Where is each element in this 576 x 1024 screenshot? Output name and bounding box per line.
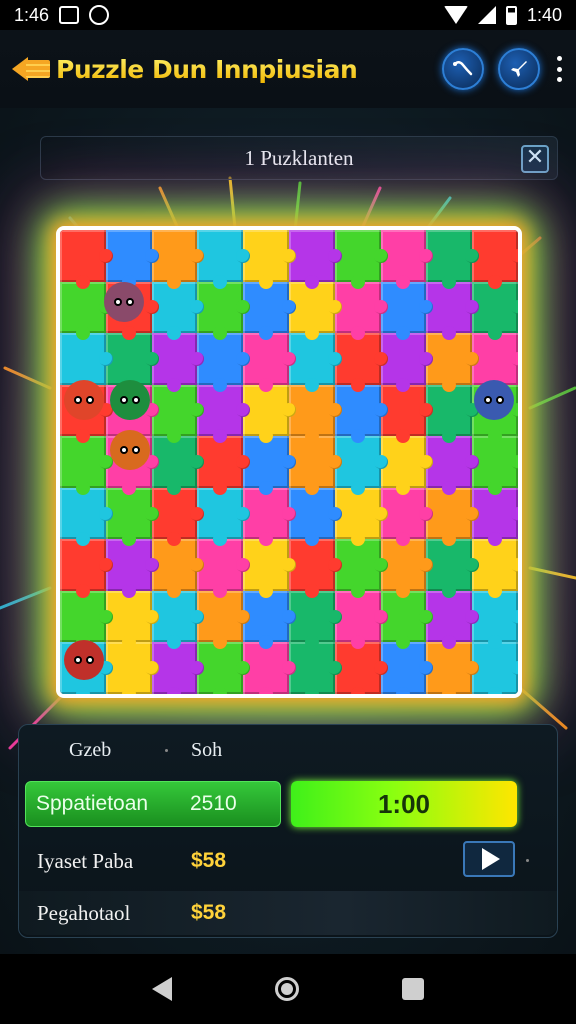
puzzle-piece[interactable]	[197, 384, 250, 443]
puzzle-piece[interactable]	[243, 487, 296, 546]
puzzle-piece[interactable]	[426, 333, 479, 392]
money-label: Pegahotaol	[37, 900, 131, 925]
puzzle-piece[interactable]	[60, 281, 113, 340]
level-title: 1 Puzklanten	[244, 145, 354, 170]
money-value: $58	[191, 849, 227, 872]
back-arrow-icon[interactable]	[12, 56, 50, 82]
header-col2: Soh	[191, 739, 223, 761]
puzzle-piece[interactable]	[197, 642, 250, 694]
puzzle-piece[interactable]	[197, 333, 250, 392]
level-banner: 1 Puzklanten ✕	[40, 136, 558, 180]
swirl-button[interactable]	[442, 48, 484, 90]
puzzle-piece[interactable]	[472, 487, 518, 546]
puzzle-piece[interactable]	[197, 436, 250, 495]
critter-icon	[110, 430, 150, 470]
puzzle-piece[interactable]	[197, 230, 250, 289]
puzzle-piece[interactable]	[243, 281, 296, 340]
status-bar: 1:46 1:40	[0, 0, 576, 30]
puzzle-piece[interactable]	[243, 230, 296, 289]
critter-icon	[474, 380, 514, 420]
panel-header: Gzeb Soh	[19, 739, 557, 765]
puzzle-piece[interactable]	[472, 281, 518, 340]
puzzle-piece[interactable]	[472, 436, 518, 495]
puzzle-piece[interactable]	[426, 539, 479, 598]
score-label: Sppatietoan	[36, 792, 149, 815]
play-button[interactable]	[463, 841, 515, 877]
rocket-button[interactable]	[498, 48, 540, 90]
puzzle-piece[interactable]	[472, 539, 518, 598]
puzzle-piece[interactable]	[197, 487, 250, 546]
rocket-icon	[511, 61, 527, 77]
app-bar: Puzzle Dun Innpiusian	[0, 30, 576, 108]
puzzle-piece[interactable]	[243, 384, 296, 443]
money-label: Iyaset Paba	[37, 848, 134, 873]
puzzle-piece[interactable]	[243, 333, 296, 392]
puzzle-piece[interactable]	[243, 590, 296, 649]
app-title: Puzzle Dun Innpiusian	[56, 54, 358, 84]
progress-row: Sppatietoan 2510 1:00	[25, 781, 553, 827]
puzzle-piece[interactable]	[472, 590, 518, 649]
puzzle-piece[interactable]	[472, 642, 518, 694]
critter-icon	[64, 640, 104, 680]
puzzle-piece[interactable]	[243, 436, 296, 495]
timer-bar: 1:00	[291, 781, 517, 827]
puzzle-piece[interactable]	[243, 539, 296, 598]
puzzle-piece[interactable]	[426, 384, 479, 443]
divider-dot	[526, 859, 529, 862]
nav-back-icon[interactable]	[151, 977, 172, 1001]
puzzle-piece[interactable]	[60, 590, 113, 649]
puzzle-piece[interactable]	[197, 539, 250, 598]
puzzle-piece[interactable]	[472, 333, 518, 392]
score-value: 2510	[190, 792, 237, 815]
screenshot-icon	[59, 6, 80, 24]
header-col1: Gzeb	[69, 739, 112, 761]
wifi-icon	[443, 6, 468, 24]
puzzle-piece[interactable]	[426, 436, 479, 495]
divider-dot	[165, 749, 168, 752]
battery-icon	[505, 5, 517, 25]
status-time-left: 1:46	[14, 4, 50, 25]
puzzle-piece[interactable]	[60, 487, 113, 546]
puzzle-piece[interactable]	[426, 642, 479, 694]
puzzle-piece[interactable]	[472, 230, 518, 289]
nav-home-icon[interactable]	[274, 977, 299, 1001]
puzzle-piece[interactable]	[60, 230, 113, 289]
puzzle-piece[interactable]	[60, 539, 113, 598]
swirl-icon	[453, 61, 473, 76]
money-row: Iyaset Paba $58	[19, 839, 557, 883]
nav-recents-icon[interactable]	[402, 978, 425, 1000]
status-time-right: 1:40	[526, 4, 562, 25]
puzzle-piece[interactable]	[197, 281, 250, 340]
puzzle-piece[interactable]	[426, 230, 479, 289]
puzzle-piece[interactable]	[60, 333, 113, 392]
score-pill[interactable]: Sppatietoan 2510	[25, 781, 281, 827]
timer-value: 1:00	[377, 788, 431, 819]
puzzle-piece[interactable]	[197, 590, 250, 649]
puzzle-board[interactable]	[56, 226, 522, 698]
puzzle-piece[interactable]	[243, 642, 296, 694]
money-row: Pegahotaol $58	[19, 891, 557, 935]
more-vert-icon[interactable]	[554, 56, 564, 82]
puzzle-piece[interactable]	[426, 281, 479, 340]
critter-icon	[64, 380, 104, 420]
game-area: 1 Puzklanten ✕ Gzeb Soh Sppatietoan 2510…	[0, 108, 576, 954]
puzzle-piece[interactable]	[426, 487, 479, 546]
nav-bar	[0, 954, 576, 1024]
signal-icon	[477, 6, 496, 24]
sync-icon	[89, 5, 110, 25]
critter-icon	[104, 282, 144, 322]
critter-icon	[110, 380, 150, 420]
money-value: $58	[191, 901, 227, 924]
puzzle-piece[interactable]	[426, 590, 479, 649]
score-panel: Gzeb Soh Sppatietoan 2510 1:00 Iyaset Pa…	[18, 724, 558, 938]
close-button[interactable]: ✕	[521, 145, 549, 173]
puzzle-piece[interactable]	[60, 436, 113, 495]
